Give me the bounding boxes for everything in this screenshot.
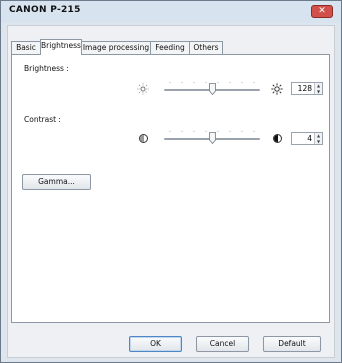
default-button[interactable]: Default [263, 336, 321, 352]
tab-image-processing[interactable]: Image processing [81, 41, 151, 55]
dialog-window: CANON P-215 ✕ Basic Brightness Image pro… [0, 0, 342, 363]
title-bar[interactable]: CANON P-215 ✕ [1, 1, 341, 23]
sun-bright-icon [271, 83, 283, 95]
contrast-label: Contrast : [24, 115, 61, 124]
tab-brightness[interactable]: Brightness [40, 39, 82, 55]
spin-down-icon[interactable]: ▼ [315, 139, 322, 145]
contrast-slider-thumb[interactable] [209, 132, 216, 144]
brightness-value: 128 [297, 84, 312, 93]
close-button[interactable]: ✕ [311, 5, 333, 18]
brightness-slider-thumb[interactable] [209, 83, 216, 95]
window-title: CANON P-215 [9, 5, 81, 15]
brightness-label: Brightness : [24, 64, 69, 73]
ok-button[interactable]: OK [129, 336, 182, 352]
brightness-spinbox[interactable]: 128 ▲ ▼ [291, 82, 323, 95]
contrast-low-icon [139, 134, 148, 143]
tab-feeding[interactable]: Feeding [150, 41, 190, 55]
contrast-spin-arrows[interactable]: ▲ ▼ [314, 133, 322, 144]
brightness-spin-arrows[interactable]: ▲ ▼ [314, 83, 322, 94]
contrast-slider[interactable] [164, 130, 260, 146]
spin-down-icon[interactable]: ▼ [315, 89, 322, 95]
contrast-high-icon [273, 134, 282, 143]
dialog-client-area: Basic Brightness Image processing Feedin… [7, 25, 335, 358]
tab-others[interactable]: Others [189, 41, 223, 55]
tab-basic[interactable]: Basic [11, 41, 41, 55]
brightness-slider[interactable] [164, 81, 260, 97]
brightness-panel: Brightness : 128 ▲ ▼ Contrast: 4 ▲ ▼ Ga… [11, 54, 330, 323]
contrast-value: 4 [307, 134, 312, 143]
cancel-button[interactable]: Cancel [196, 336, 249, 352]
gamma-button[interactable]: Gamma... [22, 174, 91, 190]
contrast-spinbox[interactable]: 4 ▲ ▼ [291, 132, 323, 145]
sun-dim-icon [137, 83, 149, 95]
